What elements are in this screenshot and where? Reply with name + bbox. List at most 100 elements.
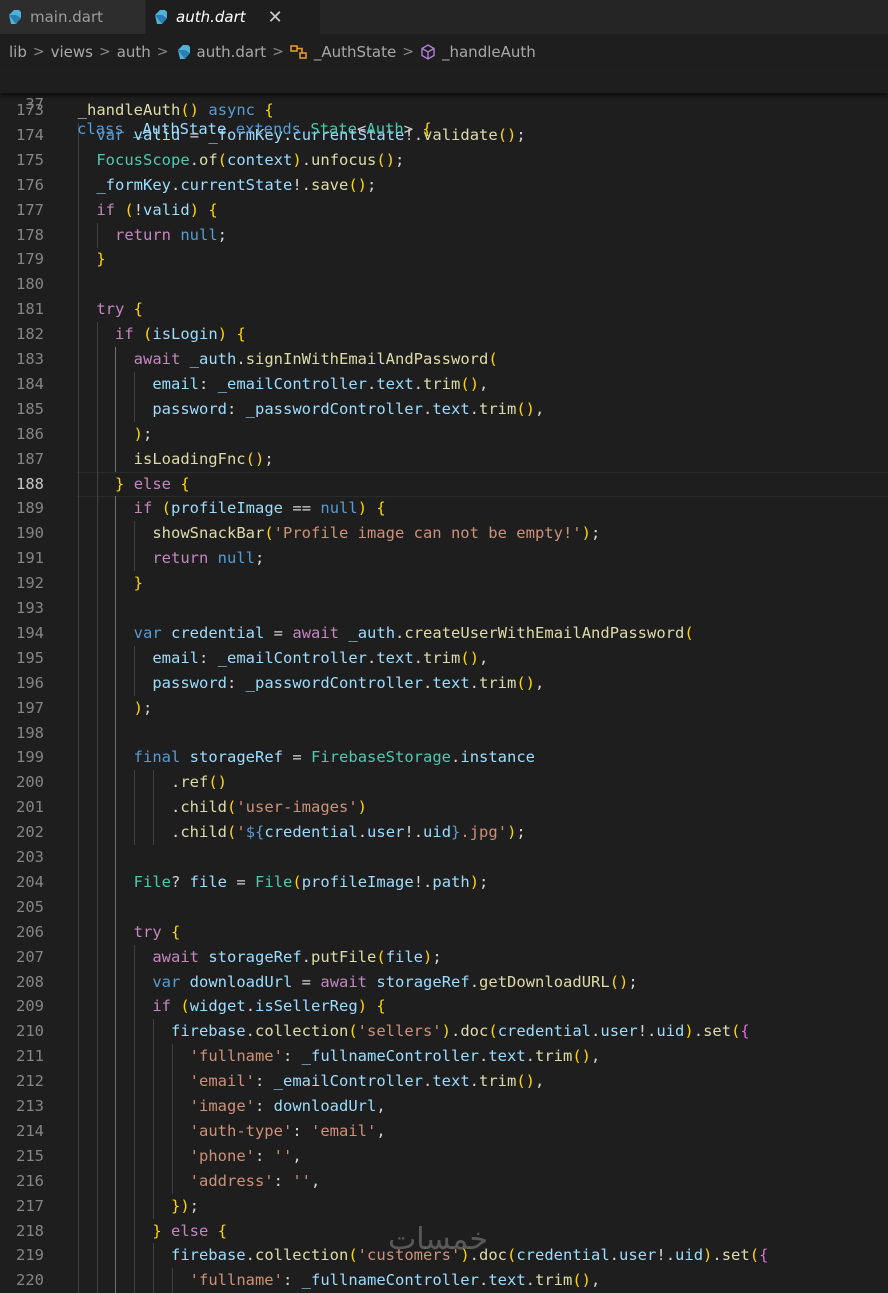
line-number: 219 xyxy=(16,1246,44,1265)
line-number: 192 xyxy=(16,574,44,593)
code-text: email: _emailController.text.trim(), xyxy=(152,374,489,393)
code-text: _formKey.currentState!.save(); xyxy=(96,175,377,194)
indent-guide xyxy=(77,894,79,920)
tab-label: auth.dart xyxy=(176,8,246,26)
code-line[interactable]: 192 } xyxy=(0,571,888,597)
code-line[interactable]: 181 try { xyxy=(0,297,888,323)
code-line[interactable]: 198 xyxy=(0,720,888,746)
code-line[interactable]: 212 'email': _emailController.text.trim(… xyxy=(0,1069,888,1095)
code-line[interactable]: 185 password: _passwordController.text.t… xyxy=(0,396,888,422)
code-line[interactable]: 216 'address': '', xyxy=(0,1168,888,1194)
breadcrumb-item-views[interactable]: views xyxy=(51,43,93,61)
code-line[interactable]: 206 try { xyxy=(0,919,888,945)
breadcrumb-item-auth[interactable]: auth xyxy=(117,43,151,61)
code-line[interactable]: 194 var credential = await _auth.createU… xyxy=(0,620,888,646)
line-number: 214 xyxy=(16,1121,44,1140)
code-text: return null; xyxy=(115,225,228,244)
line-number: 197 xyxy=(16,698,44,717)
code-line[interactable]: 213 'image': downloadUrl, xyxy=(0,1094,888,1119)
code-line[interactable]: 197 ); xyxy=(0,695,888,721)
code-line[interactable]: 187 isLoadingFnc(); xyxy=(0,446,888,472)
code-line[interactable]: 183 await _auth.signInWithEmailAndPasswo… xyxy=(0,347,888,372)
indent-guide xyxy=(77,596,79,621)
tab-main-dart[interactable]: main.dart xyxy=(0,0,146,34)
code-line[interactable]: 175 FocusScope.of(context).unfocus(); xyxy=(0,147,888,173)
line-number: 176 xyxy=(16,175,44,194)
code-line[interactable]: 200 .ref() xyxy=(0,770,888,796)
line-number: 208 xyxy=(16,972,44,991)
code-line[interactable]: 196 password: _passwordController.text.t… xyxy=(0,670,888,696)
code-text: var credential = await _auth.createUserW… xyxy=(133,623,694,642)
breadcrumb-item-lib[interactable]: lib xyxy=(9,43,27,61)
code-line[interactable]: 215 'phone': '', xyxy=(0,1143,888,1169)
editor-tab-bar: main.dart auth.dart ✕ xyxy=(0,0,888,34)
close-icon[interactable]: ✕ xyxy=(268,7,283,28)
line-number: 215 xyxy=(16,1146,44,1165)
code-text: }); xyxy=(170,1196,200,1215)
code-line[interactable]: 178 return null; xyxy=(0,222,888,248)
code-line[interactable]: 207 await storageRef.putFile(file); xyxy=(0,944,888,970)
code-line[interactable]: 184 email: _emailController.text.trim(), xyxy=(0,371,888,397)
code-text: 'image': downloadUrl, xyxy=(189,1097,386,1115)
code-line[interactable]: 203 xyxy=(0,845,888,870)
code-line[interactable]: 214 'auth-type': 'email', xyxy=(0,1118,888,1144)
code-text: .child('${credential.user!.uid}.jpg'); xyxy=(170,823,526,842)
code-line[interactable]: 217 }); xyxy=(0,1193,888,1219)
line-number: 206 xyxy=(16,922,44,941)
indent-guide xyxy=(115,596,117,621)
code-line[interactable]: 201 .child('user-images') xyxy=(0,795,888,821)
code-line[interactable]: 176 _formKey.currentState!.save(); xyxy=(0,172,888,198)
current-line-highlight xyxy=(77,471,888,497)
code-line[interactable]: 220 'fullname': _fullnameController.text… xyxy=(0,1268,888,1293)
code-text: return null; xyxy=(152,549,265,568)
code-line[interactable]: 205 xyxy=(0,894,888,920)
line-number: 181 xyxy=(16,300,44,319)
code-line[interactable]: 189 if (profileImage == null) { xyxy=(0,496,888,522)
code-line[interactable]: 209 if (widget.isSellerReg) { xyxy=(0,994,888,1020)
code-text: } else { xyxy=(152,1221,228,1240)
breadcrumb-item-file[interactable]: auth.dart xyxy=(197,43,267,61)
code-text: showSnackBar('Profile image can not be e… xyxy=(152,524,601,543)
line-number: 217 xyxy=(16,1196,44,1215)
code-text: 'phone': '', xyxy=(189,1146,302,1165)
line-number: 200 xyxy=(16,773,44,792)
code-line[interactable]: 179 } xyxy=(0,247,888,273)
line-number: 198 xyxy=(16,723,44,742)
line-number: 187 xyxy=(16,449,44,468)
line-number: 185 xyxy=(16,399,44,418)
line-number: 178 xyxy=(16,225,44,244)
sticky-scroll-header[interactable]: 37 class _AuthState extends State<Auth> … xyxy=(0,66,888,138)
code-text: 'auth-type': 'email', xyxy=(189,1121,386,1140)
breadcrumb: lib > views > auth > auth.dart > _AuthSt… xyxy=(0,38,888,66)
line-number: 201 xyxy=(16,798,44,817)
breadcrumb-item-method[interactable]: _handleAuth xyxy=(442,43,536,61)
code-line[interactable]: 195 email: _emailController.text.trim(), xyxy=(0,645,888,671)
breadcrumb-item-class[interactable]: _AuthState xyxy=(314,43,396,61)
code-line[interactable]: 208 var downloadUrl = await storageRef.g… xyxy=(0,969,888,995)
line-number: 189 xyxy=(16,499,44,518)
indent-guide xyxy=(96,720,98,746)
code-line[interactable]: 177 if (!valid) { xyxy=(0,197,888,223)
code-line[interactable]: 193 xyxy=(0,596,888,621)
code-line[interactable]: 199 final storageRef = FirebaseStorage.i… xyxy=(0,745,888,771)
indent-guide xyxy=(115,720,117,746)
line-number: 207 xyxy=(16,947,44,966)
code-line[interactable]: 180 xyxy=(0,272,888,298)
code-line[interactable]: 210 firebase.collection('sellers').doc(c… xyxy=(0,1019,888,1045)
code-line[interactable]: 190 showSnackBar('Profile image can not … xyxy=(0,521,888,547)
code-line[interactable]: 202 .child('${credential.user!.uid}.jpg'… xyxy=(0,820,888,846)
code-line[interactable]: 204 File? file = File(profileImage!.path… xyxy=(0,869,888,895)
code-line[interactable]: 186 ); xyxy=(0,421,888,447)
code-line[interactable]: 191 return null; xyxy=(0,546,888,572)
line-number: 209 xyxy=(16,997,44,1016)
code-text: final storageRef = FirebaseStorage.insta… xyxy=(133,748,536,767)
line-number: 188 xyxy=(16,474,44,493)
code-editor[interactable]: 173 _handleAuth() async {174 var valid =… xyxy=(0,98,888,1293)
watermark: خمسات xyxy=(388,1222,489,1257)
code-text: } xyxy=(133,574,143,593)
tab-auth-dart[interactable]: auth.dart ✕ xyxy=(146,0,321,34)
code-line[interactable]: 182 if (isLogin) { xyxy=(0,322,888,348)
code-line[interactable]: 188 } else { xyxy=(0,471,888,497)
dart-file-icon xyxy=(6,9,22,25)
code-line[interactable]: 211 'fullname': _fullnameController.text… xyxy=(0,1044,888,1070)
